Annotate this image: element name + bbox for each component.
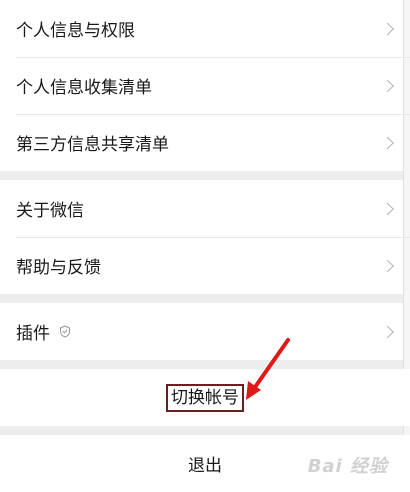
chevron-right-icon	[381, 202, 394, 215]
chevron-right-icon	[381, 259, 394, 272]
row-label: 帮助与反馈	[16, 258, 101, 278]
row-help-feedback[interactable]: 帮助与反馈	[0, 237, 410, 294]
chevron-right-icon	[381, 22, 394, 35]
highlight-box: 切换帐号	[166, 383, 244, 412]
settings-group-about: 关于微信 帮助与反馈	[0, 180, 410, 294]
logout-label: 退出	[188, 456, 222, 476]
chevron-right-icon	[381, 325, 394, 338]
row-personal-info-permissions[interactable]: 个人信息与权限	[0, 0, 410, 57]
row-label: 关于微信	[16, 201, 84, 221]
settings-group-plugins: 插件	[0, 303, 410, 360]
settings-group-privacy: 个人信息与权限 个人信息收集清单 第三方信息共享清单	[0, 0, 410, 171]
row-label: 个人信息与权限	[16, 21, 135, 41]
row-label: 第三方信息共享清单	[16, 135, 169, 155]
chevron-right-icon	[381, 79, 394, 92]
watermark: Bai 经验	[307, 456, 388, 477]
plugin-shield-icon	[59, 325, 71, 338]
row-label: 个人信息收集清单	[16, 78, 152, 98]
switch-account-button[interactable]: 切换帐号	[0, 369, 410, 426]
row-plugins[interactable]: 插件	[0, 303, 410, 360]
row-personal-info-collection-list[interactable]: 个人信息收集清单	[0, 57, 410, 114]
row-label: 插件	[16, 324, 50, 344]
chevron-right-icon	[381, 136, 394, 149]
row-about-wechat[interactable]: 关于微信	[0, 180, 410, 237]
switch-account-label: 切换帐号	[171, 387, 239, 408]
row-third-party-sharing-list[interactable]: 第三方信息共享清单	[0, 114, 410, 171]
